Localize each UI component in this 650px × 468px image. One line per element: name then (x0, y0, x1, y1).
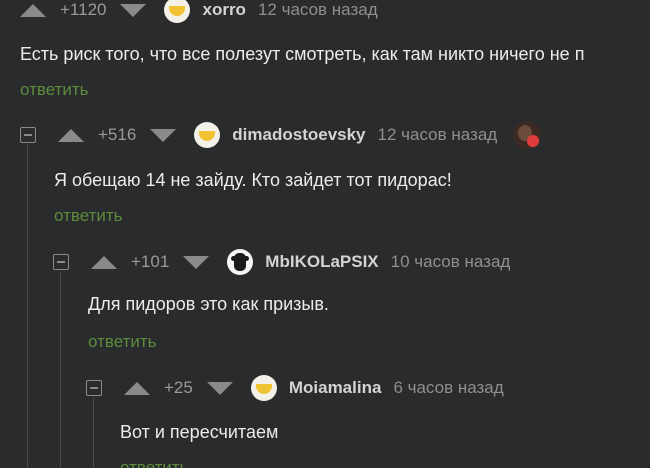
reply-link[interactable]: ответить (88, 332, 157, 352)
smiley-avatar-icon[interactable] (164, 0, 191, 23)
comment-time[interactable]: 12 часов назад (258, 0, 378, 20)
thread-line[interactable] (27, 145, 28, 468)
downvote-icon[interactable] (183, 255, 210, 269)
upvote-icon[interactable] (124, 381, 150, 395)
comment-username[interactable]: dimadostoevsky (232, 125, 365, 145)
comments-thread: +1120 xorro 12 часов назад Есть риск тог… (0, 0, 650, 468)
downvote-icon[interactable] (150, 128, 177, 142)
downvote-icon[interactable] (206, 381, 233, 395)
author-heart-badge-icon (513, 121, 542, 149)
comment-time[interactable]: 12 часов назад (378, 125, 498, 145)
collapse-button[interactable] (53, 254, 69, 270)
reply-link[interactable]: ответить (120, 458, 189, 468)
upvote-icon[interactable] (91, 255, 117, 269)
comment-header: +25 Moiamalina 6 часов назад (86, 374, 516, 402)
comment-rating: +101 (131, 252, 170, 271)
comment-text: Вот и пересчитаем (120, 422, 279, 442)
thread-line[interactable] (60, 272, 61, 468)
comment-header: +516 dimadostoevsky 12 часов назад (20, 121, 542, 149)
comment-text: Для пидоров это как призыв. (88, 294, 329, 314)
reply-link[interactable]: ответить (54, 206, 123, 226)
collapse-button[interactable] (20, 127, 36, 143)
bear-avatar-icon[interactable] (227, 249, 254, 275)
comment-header: +1120 xorro 12 часов назад (20, 0, 390, 24)
smiley-avatar-icon[interactable] (250, 375, 277, 401)
comment-username[interactable]: Moiamalina (289, 378, 382, 398)
upvote-icon[interactable] (58, 128, 84, 142)
comment-header: +101 MbIKOLaPSIX 10 часов назад (53, 248, 522, 276)
thread-line[interactable] (93, 398, 94, 468)
comment-text: Есть риск того, что все полезут смотреть… (20, 44, 585, 64)
comment-rating: +1120 (60, 0, 107, 19)
comment-time[interactable]: 6 часов назад (393, 378, 503, 398)
comment-text: Я обещаю 14 не зайду. Кто зайдет тот пид… (54, 170, 452, 190)
comment-rating: +516 (98, 125, 137, 144)
collapse-button[interactable] (86, 380, 102, 396)
downvote-icon[interactable] (120, 3, 147, 17)
upvote-icon[interactable] (20, 3, 46, 17)
comment-time[interactable]: 10 часов назад (391, 252, 511, 272)
comment-username[interactable]: MbIKOLaPSIX (265, 252, 378, 272)
reply-link[interactable]: ответить (20, 80, 89, 100)
comment-rating: +25 (164, 378, 193, 397)
comment-username[interactable]: xorro (202, 0, 245, 20)
smiley-avatar-icon[interactable] (194, 122, 221, 148)
heart-icon (527, 135, 540, 147)
